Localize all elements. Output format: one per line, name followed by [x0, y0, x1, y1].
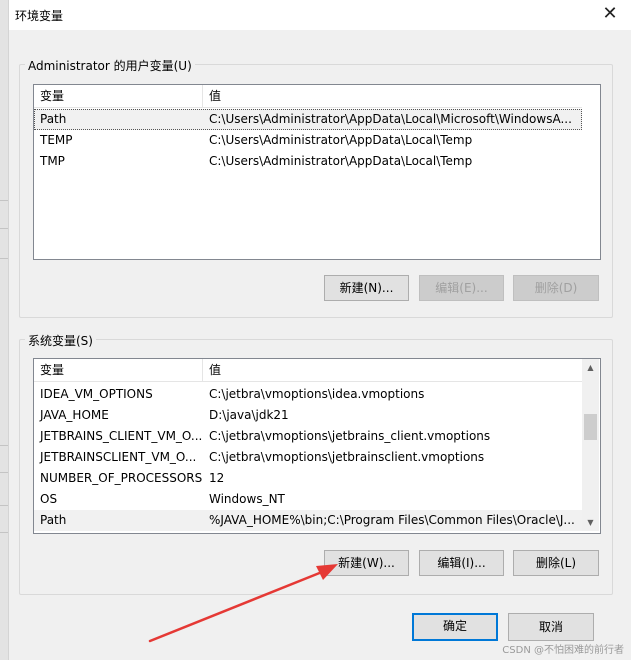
annotation-arrow-icon	[148, 564, 338, 643]
